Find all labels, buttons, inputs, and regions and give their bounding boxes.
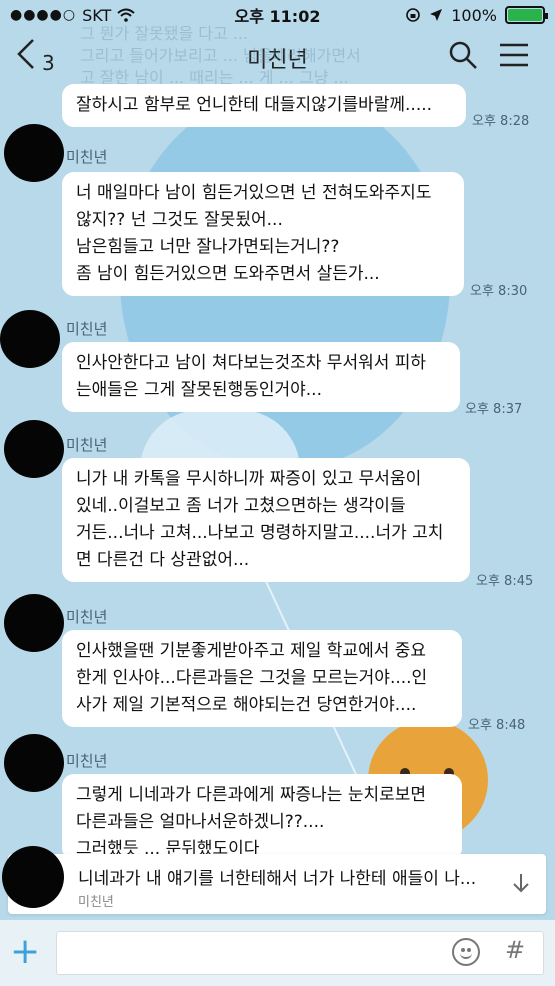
message-time: 오후 8:37 xyxy=(465,402,523,417)
avatar[interactable] xyxy=(4,594,64,652)
message-time: 오후 8:28 xyxy=(472,114,530,129)
message-bubble: 잘하시고 함부로 언니한테 대들지않기를바랄께..... xyxy=(62,84,466,127)
message-bubble: 인사안한다고 남이 쳐다보는것조차 무서워서 피하 는애들은 그게 잘못된행동인… xyxy=(62,342,460,412)
banner-text: 니네과가 내 얘기를 너한테해서 너가 나한테 애들이 나... xyxy=(78,869,477,889)
avatar xyxy=(2,846,64,908)
sender-name: 미친년 xyxy=(66,320,108,338)
new-message-banner[interactable]: 니네과가 내 얘기를 너한테해서 너가 나한테 애들이 나... 미친년 xyxy=(2,846,546,914)
emoji-icon[interactable] xyxy=(452,938,480,966)
message-bubble: 인사했을땐 기분좋게받아주고 제일 학교에서 중요 한게 인사야...다른과들은… xyxy=(62,630,462,727)
avatar[interactable] xyxy=(0,310,60,368)
search-icon[interactable] xyxy=(448,40,478,70)
arrow-down-icon[interactable] xyxy=(512,872,530,894)
message-bubble: 그렇게 니네과가 다른과에게 짜증나는 눈치로보면 다른과들은 얼마나서운하겠니… xyxy=(62,774,462,860)
scrolled-text: 그리고 들어가보리고 ... 남을배려해가면서 xyxy=(80,46,361,65)
plus-icon[interactable]: + xyxy=(10,932,40,972)
avatar[interactable] xyxy=(4,420,64,478)
input-bar: + # xyxy=(0,920,555,986)
message-bubble: 너 매일마다 남이 힘든거있으면 넌 전혀도와주지도 않지?? 넌 그것도 잘못… xyxy=(62,172,464,296)
message-time: 오후 8:45 xyxy=(476,574,534,589)
sender-name: 미친년 xyxy=(66,436,108,454)
sender-name: 미친년 xyxy=(66,148,108,166)
avatar[interactable] xyxy=(4,734,64,792)
battery-icon xyxy=(505,6,548,24)
message-bubble: 니가 내 카톡을 무시하니까 짜증이 있고 무서움이 있네..이걸보고 좀 너가… xyxy=(62,458,470,582)
hash-icon[interactable]: # xyxy=(505,936,525,964)
sender-name: 미친년 xyxy=(66,608,108,626)
message-time: 오후 8:48 xyxy=(468,718,526,733)
menu-icon[interactable] xyxy=(498,40,530,70)
banner-sender: 미친년 xyxy=(78,895,114,910)
avatar[interactable] xyxy=(4,124,64,182)
message-time: 오후 8:30 xyxy=(470,284,528,299)
sender-name: 미친년 xyxy=(66,752,108,770)
scrolled-text: 그 뭔가 잘못됐을 다고 ... xyxy=(80,24,249,43)
